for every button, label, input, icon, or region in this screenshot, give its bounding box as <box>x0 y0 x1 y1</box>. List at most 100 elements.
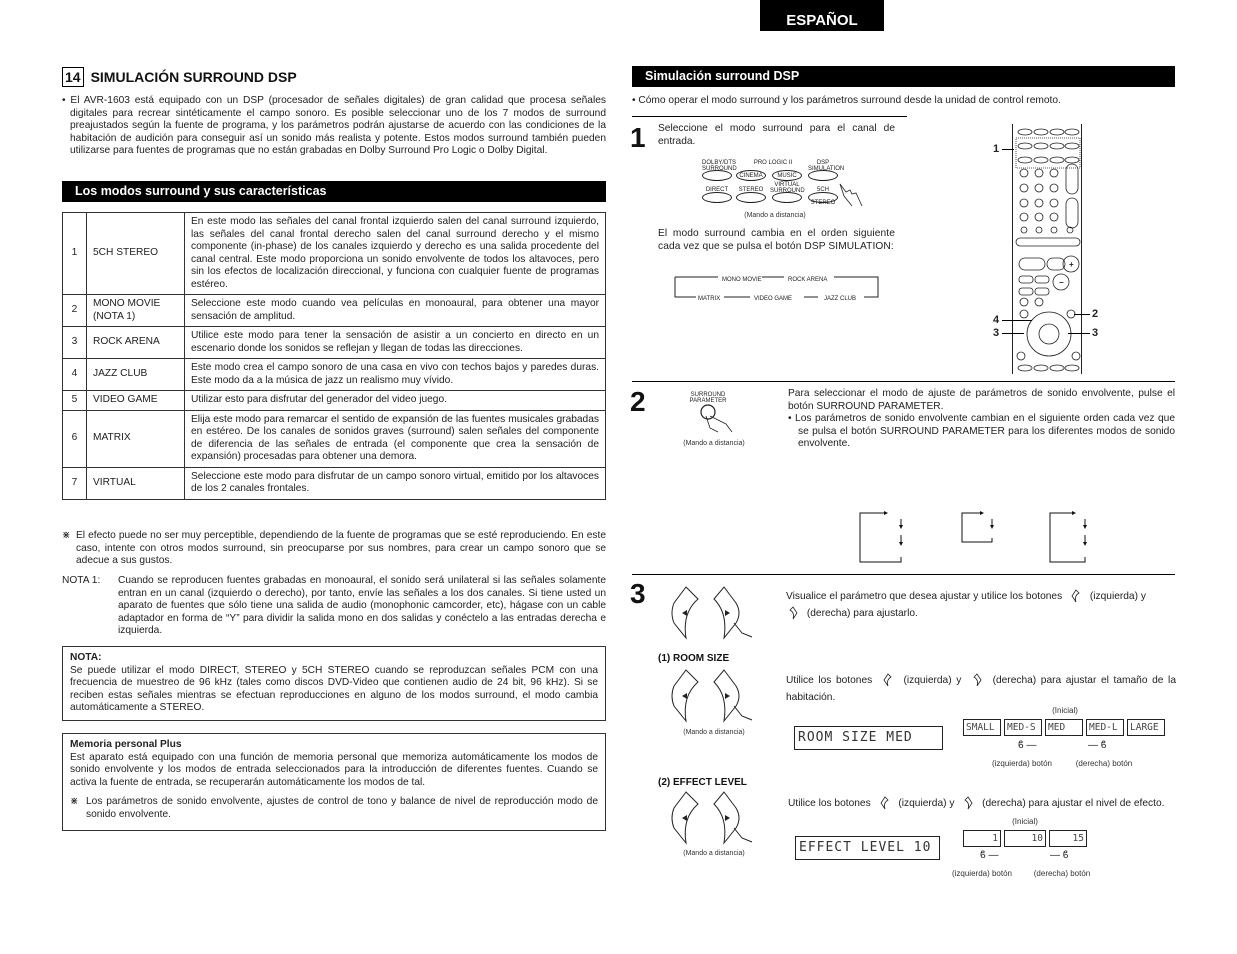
mode-number: 5 <box>62 390 87 411</box>
divider <box>632 574 1175 575</box>
mode-name: VIDEO GAME <box>86 390 185 411</box>
left-right-buttons-icon <box>671 586 753 640</box>
effect-level-option: 1 <box>963 830 1001 847</box>
right-button-icon <box>789 606 798 620</box>
right-button-icon <box>973 673 982 687</box>
asterisk-icon: ⋇ <box>62 530 71 541</box>
left-button-icon <box>880 796 889 810</box>
room-size-text-a: Utilice los botones <box>786 675 873 686</box>
table-row: 1 5CH STEREO En este modo las señales del … <box>62 212 606 295</box>
right-heading: Simulación surround DSP <box>632 66 1175 87</box>
right-button-icon <box>964 796 973 810</box>
step-number-2: 2 <box>630 386 646 417</box>
step2-text: Para seleccionar el modo de ajuste de pa… <box>788 388 1175 451</box>
table-row: 7 VIRTUAL Seleccione este modo para disfru… <box>62 466 606 500</box>
remote-button-cinema: CINEMA <box>736 170 766 181</box>
remote-caption: (Mando a distancia) <box>744 212 806 219</box>
effect-level-display: EFFECT LEVEL 10 <box>795 836 940 860</box>
right-intro: • Cómo operar el modo surround y los par… <box>632 95 1061 106</box>
mode-description: Seleccione este modo para disfrutar de u… <box>184 466 606 500</box>
mode-name: 5CH STEREO <box>86 212 185 295</box>
divider <box>632 116 907 117</box>
asterisk-icon: ⋇ <box>70 796 79 807</box>
left-right-buttons-icon <box>671 669 753 723</box>
cycle-video-game: VIDEO GAME <box>754 296 793 302</box>
callout-3-left: 3 <box>993 327 1000 339</box>
mode-name: ROCK ARENA <box>86 326 185 359</box>
memory-box-text: Est aparato está equipado con una funció… <box>70 751 598 788</box>
initial-label: (Inicial) <box>1012 817 1038 826</box>
right-arrow-icon: — ϐ <box>1050 850 1069 861</box>
effect-level-text-a: Utilice los botones <box>788 798 871 809</box>
memory-box-title: Memoria personal Plus <box>70 739 182 750</box>
footnote-text: El efecto puede no ser muy perceptible, … <box>76 530 606 566</box>
remote-button <box>808 192 838 203</box>
remote-control-illustration: + − <box>1012 124 1082 374</box>
step-number-1: 1 <box>630 122 646 153</box>
svg-text:−: − <box>1059 278 1064 287</box>
remote-buttons-drawing: +− <box>1015 128 1081 372</box>
mode-name: VIRTUAL <box>86 466 185 500</box>
remote-caption: (Mando a distancia) <box>683 850 745 857</box>
memory-box: Memoria personal Plus Est aparato está e… <box>62 733 606 831</box>
right-arrow-icon: — ϐ <box>1088 740 1107 751</box>
left-button-label: (izquierda) botón <box>991 759 1053 768</box>
nota1-text: Cuando se reproducen fuentes grabadas en… <box>118 575 606 636</box>
room-size-option: MED-L <box>1086 719 1124 736</box>
callout-line <box>1002 333 1024 334</box>
nota1-label: NOTA 1: <box>62 575 101 586</box>
hand-pointer-icon <box>839 183 863 207</box>
effect-level-text-c: (derecha) para ajustar el nivel de efect… <box>982 798 1165 809</box>
left-arrow-icon: ϐ — <box>1018 740 1037 751</box>
room-size-option: SMALL <box>963 719 1001 736</box>
callout-line <box>1002 149 1014 150</box>
left-right-buttons-icon <box>671 791 753 845</box>
table-row: 2 MONO MOVIE (NOTA 1) Seleccione este modo… <box>62 294 606 327</box>
mode-description: Utilice este modo para tener la sensació… <box>184 326 606 359</box>
mode-number: 7 <box>62 466 87 500</box>
step3-text: Visualice el parámetro que desea ajustar… <box>786 588 1176 622</box>
section-title-text: SIMULACIÓN SURROUND DSP <box>90 68 297 85</box>
step1-text: Seleccione el modo surround para el cana… <box>658 123 895 147</box>
room-size-option: LARGE <box>1127 719 1165 736</box>
mode-name: JAZZ CLUB <box>86 358 185 391</box>
svg-text:+: + <box>1069 260 1074 269</box>
effect-level-option: 10 <box>1004 830 1046 847</box>
cycle-matrix: MATRIX <box>698 296 721 302</box>
language-tab: ESPAÑOL <box>760 0 884 31</box>
section-number: 14 <box>62 67 84 87</box>
mode-description: En este modo las señales del canal front… <box>184 212 606 295</box>
surround-parameter-button-icon <box>700 404 733 433</box>
effect-level-heading: (2) EFFECT LEVEL <box>658 777 747 788</box>
mode-number: 4 <box>62 358 87 391</box>
table-row: 4 JAZZ CLUB Este modo crea el campo sonoro… <box>62 358 606 391</box>
mode-description: Seleccione este modo cuando vea película… <box>184 294 606 327</box>
table-row: 5 VIDEO GAME Utilizar esto para disfrutar … <box>62 390 606 411</box>
step1-text2: El modo surround cambia en el orden sigu… <box>658 228 895 252</box>
step-number-3: 3 <box>630 578 646 609</box>
right-button-label: (derecha) botón <box>1075 759 1133 768</box>
initial-label: (Inicial) <box>1052 706 1078 715</box>
callout-1: 1 <box>993 143 1000 155</box>
mode-cycle-diagram: MONO MOVIE ROCK ARENA JAZZ CLUB VIDEO GA… <box>674 270 880 302</box>
effect-level-text-b: (izquierda) y <box>898 798 955 809</box>
right-button-label: (derecha) botón <box>1033 869 1091 878</box>
remote-caption: (Mando a distancia) <box>683 440 745 447</box>
left-button-icon <box>883 673 892 687</box>
room-size-option: MED <box>1045 719 1083 736</box>
nota1: NOTA 1: Cuando se reproducen fuentes gra… <box>62 575 606 638</box>
nota-box-text: Se puede utilizar el modo DIRECT, STEREO… <box>70 664 598 714</box>
left-button-label: (izquierda) botón <box>951 869 1013 878</box>
remote-button <box>702 192 732 203</box>
mode-name: MATRIX <box>86 409 185 468</box>
room-size-option: MED-S <box>1004 719 1042 736</box>
remote-caption: (Mando a distancia) <box>683 729 745 736</box>
remote-button <box>736 192 766 203</box>
effect-level-options: 1 10 15 <box>963 830 1087 847</box>
remote-button <box>772 192 802 203</box>
section-title: 14 SIMULACIÓN SURROUND DSP <box>62 67 297 87</box>
table-row: 6 MATRIX Elija este modo para remarcar el … <box>62 409 606 468</box>
room-size-text-b: (izquierda) y <box>903 675 962 686</box>
step3-text-a: Visualice el parámetro que desea ajustar… <box>786 591 1063 602</box>
mode-number: 3 <box>62 326 87 359</box>
